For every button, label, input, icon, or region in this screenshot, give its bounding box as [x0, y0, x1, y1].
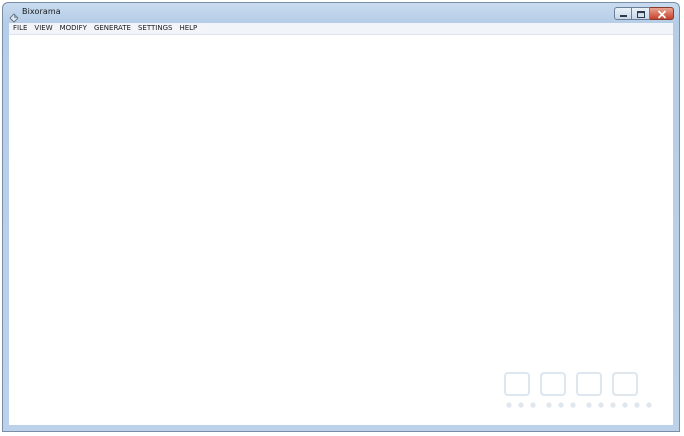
maximize-button[interactable] [632, 7, 650, 20]
caption-buttons [614, 7, 674, 20]
window-title: Bixorama [22, 7, 61, 16]
client-area[interactable] [9, 34, 673, 425]
menu-generate[interactable]: GENERATE [94, 23, 131, 34]
watermark-logo [504, 372, 652, 408]
title-bar[interactable]: Bixorama [3, 3, 679, 24]
app-window: Bixorama FILE VIEW MODIFY GENERATE SETTI… [2, 2, 680, 432]
menu-settings[interactable]: SETTINGS [138, 23, 172, 34]
bixorama-app-icon[interactable] [9, 8, 19, 23]
menu-view[interactable]: VIEW [34, 23, 52, 34]
close-icon [658, 10, 666, 19]
menu-bar: FILE VIEW MODIFY GENERATE SETTINGS HELP [9, 23, 673, 34]
close-button[interactable] [650, 7, 674, 20]
menu-modify[interactable]: MODIFY [60, 23, 87, 34]
menu-help[interactable]: HELP [179, 23, 197, 34]
maximize-icon [637, 11, 645, 18]
minimize-icon [620, 15, 627, 17]
minimize-button[interactable] [614, 7, 632, 20]
menu-file[interactable]: FILE [13, 23, 27, 34]
